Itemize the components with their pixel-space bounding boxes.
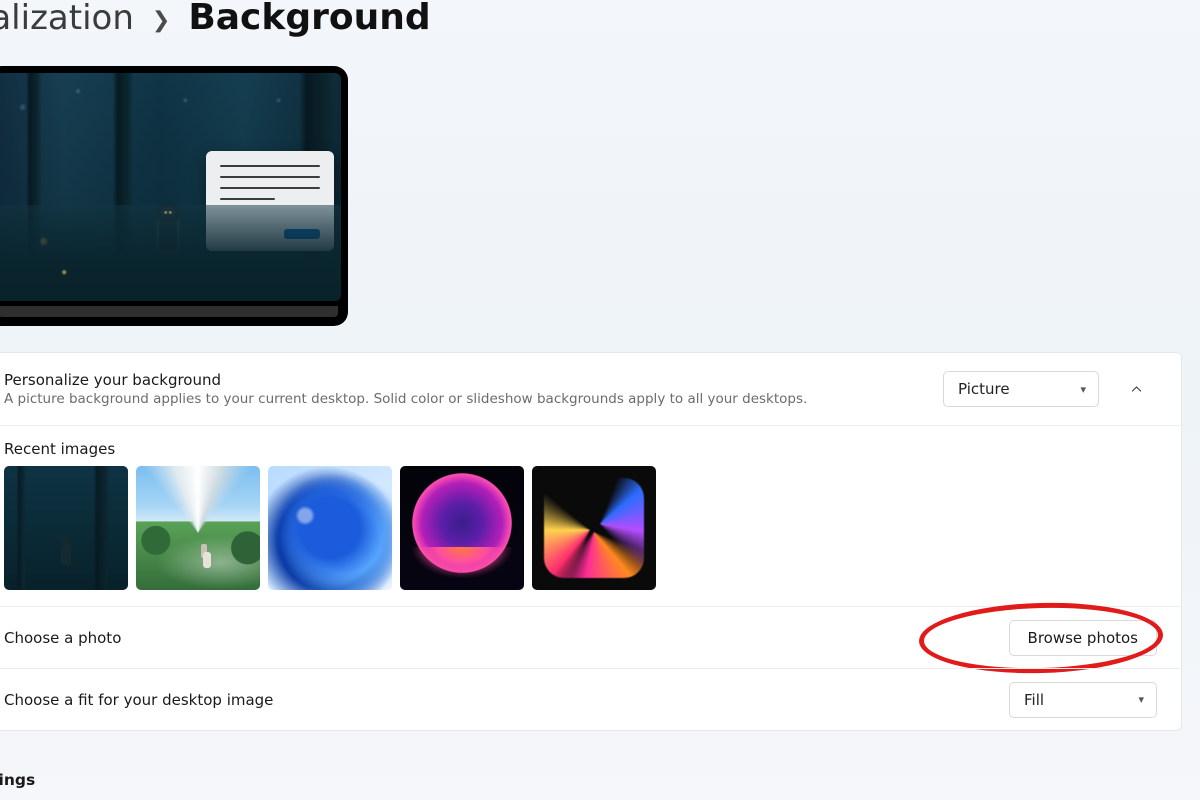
recent-image-4[interactable]	[400, 466, 524, 590]
preview-wallpaper	[0, 73, 341, 301]
recent-image-3[interactable]	[268, 466, 392, 590]
recent-image-2[interactable]	[136, 466, 260, 590]
choose-photo-row: Choose a photo Browse photos	[0, 606, 1181, 668]
personalize-title: Personalize your background	[4, 371, 943, 389]
background-settings-card: Personalize your background A picture ba…	[0, 352, 1182, 731]
recent-image-1[interactable]	[4, 466, 128, 590]
preview-taskbar	[0, 306, 338, 317]
choose-fit-title: Choose a fit for your desktop image	[4, 691, 1009, 709]
recent-images-row: Recent images	[0, 425, 1181, 606]
background-mode-value: Picture	[958, 380, 1010, 398]
browse-photos-button[interactable]: Browse photos	[1009, 620, 1157, 656]
fit-value: Fill	[1024, 691, 1044, 709]
recent-image-5[interactable]	[532, 466, 656, 590]
collapse-section-button[interactable]	[1115, 371, 1157, 407]
choose-photo-title: Choose a photo	[4, 629, 1009, 647]
recent-images-list	[4, 466, 1157, 590]
breadcrumb: onalization ❯ Background	[0, 0, 1200, 36]
desktop-preview	[0, 66, 348, 326]
breadcrumb-parent[interactable]: onalization	[0, 1, 134, 35]
chevron-down-icon: ▾	[1080, 383, 1086, 396]
recent-images-title: Recent images	[4, 440, 1157, 458]
choose-fit-row: Choose a fit for your desktop image Fill…	[0, 668, 1181, 730]
fit-select[interactable]: Fill ▾	[1009, 682, 1157, 718]
preview-character	[159, 217, 177, 251]
background-mode-select[interactable]: Picture ▾	[943, 371, 1099, 407]
personalize-row: Personalize your background A picture ba…	[0, 353, 1181, 425]
personalize-subtitle: A picture background applies to your cur…	[4, 391, 943, 407]
related-settings-heading: settings	[0, 771, 1200, 789]
chevron-right-icon: ❯	[152, 10, 170, 32]
preview-sample-window	[206, 151, 334, 251]
chevron-up-icon	[1129, 382, 1144, 397]
chevron-down-icon: ▾	[1138, 693, 1144, 706]
breadcrumb-current: Background	[188, 0, 430, 36]
